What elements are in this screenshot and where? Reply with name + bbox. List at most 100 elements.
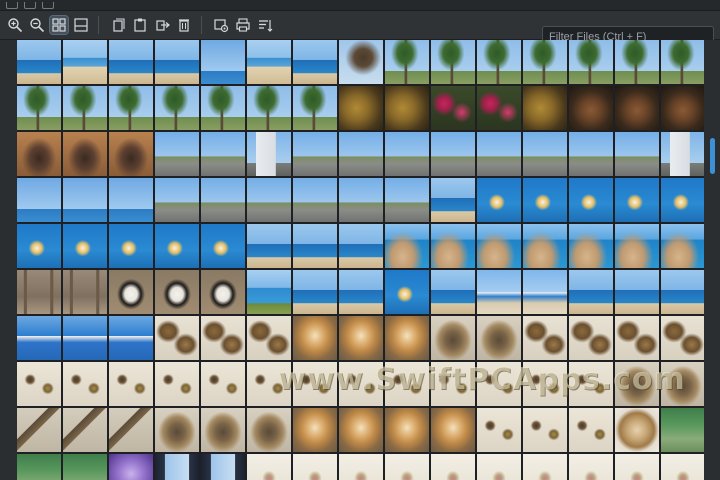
image-thumbnail[interactable] — [63, 408, 107, 452]
image-thumbnail[interactable] — [431, 408, 475, 452]
image-thumbnail[interactable] — [569, 132, 613, 176]
image-thumbnail[interactable] — [385, 270, 429, 314]
image-thumbnail[interactable] — [201, 454, 245, 480]
image-thumbnail[interactable] — [109, 132, 153, 176]
image-thumbnail[interactable] — [385, 40, 429, 84]
image-thumbnail[interactable] — [17, 40, 61, 84]
image-thumbnail[interactable] — [431, 224, 475, 268]
image-thumbnail[interactable] — [155, 178, 199, 222]
image-thumbnail[interactable] — [661, 40, 704, 84]
image-thumbnail[interactable] — [339, 178, 383, 222]
image-thumbnail[interactable] — [247, 454, 291, 480]
image-thumbnail[interactable] — [155, 40, 199, 84]
image-thumbnail[interactable] — [569, 454, 613, 480]
image-thumbnail[interactable] — [63, 316, 107, 360]
split-view-button[interactable] — [72, 16, 90, 34]
image-thumbnail[interactable] — [63, 270, 107, 314]
image-thumbnail[interactable] — [615, 270, 659, 314]
image-thumbnail[interactable] — [339, 132, 383, 176]
image-thumbnail[interactable] — [569, 408, 613, 452]
image-thumbnail[interactable] — [293, 178, 337, 222]
image-thumbnail[interactable] — [569, 316, 613, 360]
image-thumbnail[interactable] — [293, 408, 337, 452]
image-thumbnail[interactable] — [201, 316, 245, 360]
image-thumbnail[interactable] — [477, 316, 521, 360]
image-thumbnail[interactable] — [155, 224, 199, 268]
image-thumbnail[interactable] — [293, 454, 337, 480]
image-thumbnail[interactable] — [247, 224, 291, 268]
image-thumbnail[interactable] — [339, 270, 383, 314]
image-thumbnail[interactable] — [431, 40, 475, 84]
image-thumbnail[interactable] — [109, 362, 153, 406]
image-thumbnail[interactable] — [293, 270, 337, 314]
image-thumbnail[interactable] — [247, 178, 291, 222]
image-thumbnail[interactable] — [155, 86, 199, 130]
image-thumbnail[interactable] — [615, 132, 659, 176]
image-thumbnail[interactable] — [293, 86, 337, 130]
image-thumbnail[interactable] — [477, 270, 521, 314]
image-thumbnail[interactable] — [109, 316, 153, 360]
image-thumbnail[interactable] — [155, 316, 199, 360]
image-thumbnail[interactable] — [385, 86, 429, 130]
image-thumbnail[interactable] — [17, 454, 61, 480]
image-thumbnail[interactable] — [109, 178, 153, 222]
gallery-settings-button[interactable] — [212, 16, 230, 34]
image-thumbnail[interactable] — [523, 270, 567, 314]
image-thumbnail[interactable] — [155, 270, 199, 314]
move-button[interactable] — [153, 16, 171, 34]
image-thumbnail[interactable] — [385, 454, 429, 480]
image-thumbnail[interactable] — [339, 408, 383, 452]
image-thumbnail[interactable] — [385, 224, 429, 268]
image-thumbnail[interactable] — [431, 270, 475, 314]
image-thumbnail[interactable] — [17, 270, 61, 314]
image-thumbnail[interactable] — [17, 178, 61, 222]
image-thumbnail[interactable] — [17, 132, 61, 176]
image-thumbnail[interactable] — [339, 224, 383, 268]
image-thumbnail[interactable] — [385, 132, 429, 176]
image-thumbnail[interactable] — [431, 316, 475, 360]
image-thumbnail[interactable] — [431, 86, 475, 130]
image-thumbnail[interactable] — [661, 408, 704, 452]
image-thumbnail[interactable] — [17, 316, 61, 360]
paste-button[interactable] — [131, 16, 149, 34]
image-thumbnail[interactable] — [431, 178, 475, 222]
image-thumbnail[interactable] — [247, 408, 291, 452]
image-thumbnail[interactable] — [477, 408, 521, 452]
print-button[interactable] — [234, 16, 252, 34]
image-thumbnail[interactable] — [109, 454, 153, 480]
image-thumbnail[interactable] — [523, 224, 567, 268]
image-thumbnail[interactable] — [339, 454, 383, 480]
image-thumbnail[interactable] — [661, 316, 704, 360]
image-thumbnail[interactable] — [293, 224, 337, 268]
image-thumbnail[interactable] — [17, 86, 61, 130]
image-thumbnail[interactable] — [155, 408, 199, 452]
image-thumbnail[interactable] — [201, 178, 245, 222]
vertical-scrollbar[interactable] — [704, 40, 720, 480]
image-thumbnail[interactable] — [247, 86, 291, 130]
image-thumbnail[interactable] — [247, 316, 291, 360]
copy-button[interactable] — [109, 16, 127, 34]
image-thumbnail[interactable] — [523, 178, 567, 222]
image-thumbnail[interactable] — [201, 224, 245, 268]
image-thumbnail[interactable] — [661, 86, 704, 130]
zoom-in-button[interactable] — [6, 16, 24, 34]
image-thumbnail[interactable] — [615, 40, 659, 84]
image-thumbnail[interactable] — [661, 178, 704, 222]
image-thumbnail[interactable] — [523, 40, 567, 84]
image-thumbnail[interactable] — [109, 270, 153, 314]
image-thumbnail[interactable] — [247, 132, 291, 176]
image-thumbnail[interactable] — [615, 178, 659, 222]
image-thumbnail[interactable] — [155, 362, 199, 406]
image-thumbnail[interactable] — [339, 40, 383, 84]
delete-button[interactable] — [175, 16, 193, 34]
image-thumbnail[interactable] — [615, 454, 659, 480]
image-thumbnail[interactable] — [615, 408, 659, 452]
image-thumbnail[interactable] — [17, 408, 61, 452]
image-thumbnail[interactable] — [201, 86, 245, 130]
image-thumbnail[interactable] — [431, 132, 475, 176]
scrollbar-thumb[interactable] — [710, 138, 715, 174]
image-thumbnail[interactable] — [339, 86, 383, 130]
image-thumbnail[interactable] — [63, 132, 107, 176]
image-thumbnail[interactable] — [661, 454, 704, 480]
image-thumbnail[interactable] — [523, 86, 567, 130]
